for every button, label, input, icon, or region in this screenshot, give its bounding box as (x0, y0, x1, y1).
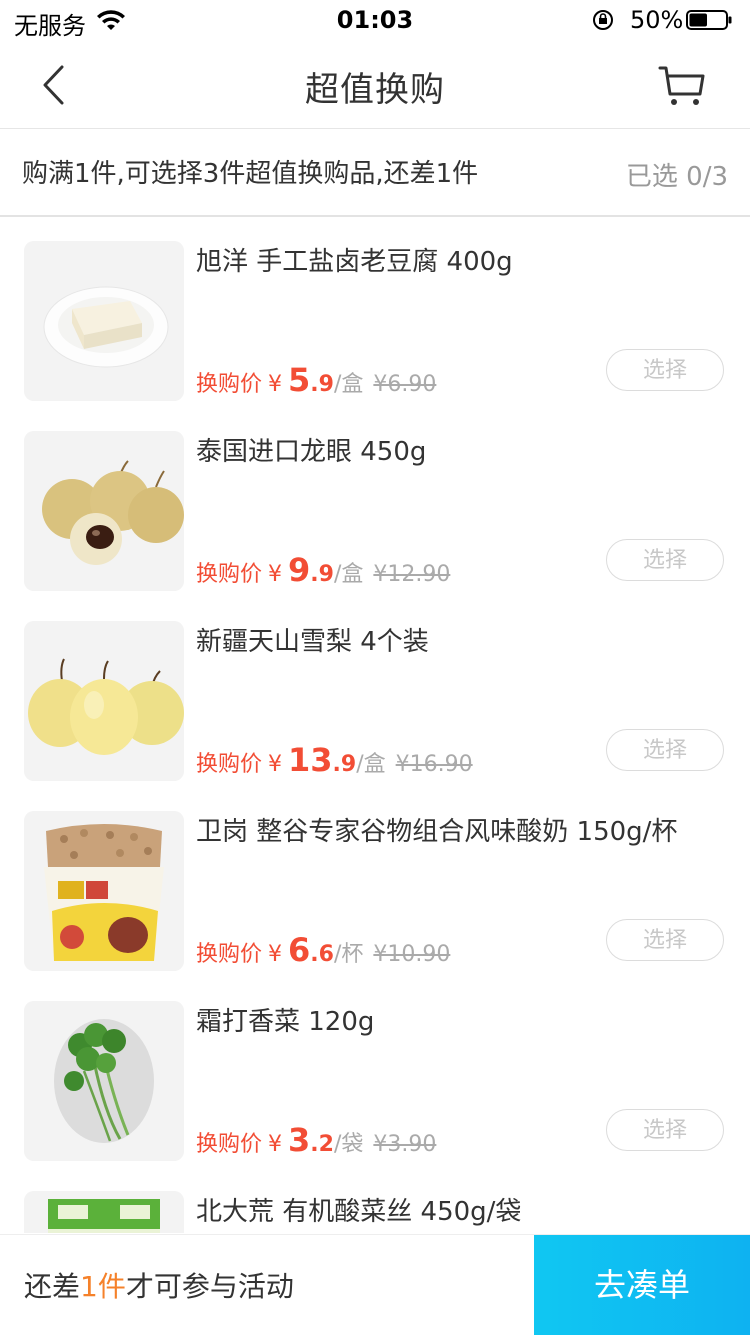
go-add-items-button[interactable]: 去凑单 (534, 1235, 750, 1335)
price-row: 换购价 ¥3.2/袋 ¥3.90 (196, 1121, 436, 1161)
product-title: 泰国进口龙眼 450g (196, 437, 427, 467)
price-label: 换购价 (196, 562, 263, 587)
price-row: 换购价 ¥13.9/盒 ¥16.90 (196, 741, 473, 781)
price-currency: ¥ (268, 1132, 283, 1157)
battery-icon (686, 10, 732, 30)
promo-info-bar: 购满1件,可选择3件超值换购品,还差1件 已选 0/3 (0, 129, 750, 217)
price-decimal: .6 (310, 942, 334, 967)
selected-count: 已选 0/3 (625, 162, 728, 192)
price-label: 换购价 (196, 752, 263, 777)
price-integer: 6 (288, 931, 311, 969)
list-item[interactable]: 新疆天山雪梨 4个装 换购价 ¥13.9/盒 ¥16.90 选择 (0, 597, 750, 787)
product-title: 卫岗 整谷专家谷物组合风味酸奶 150g/杯 (196, 817, 678, 847)
list-item[interactable]: 北大荒 有机酸菜丝 450g/袋 (0, 1167, 750, 1233)
select-button[interactable]: 选择 (606, 539, 724, 581)
battery-percent: 50% (630, 6, 684, 34)
cart-icon[interactable] (656, 64, 708, 108)
original-price: ¥10.90 (373, 942, 451, 967)
status-bar: 无服务 01:03 50% (0, 0, 750, 42)
price-currency: ¥ (268, 562, 283, 587)
product-image-yogurt (24, 811, 184, 971)
product-image-coriander (24, 1001, 184, 1161)
product-image-longan (24, 431, 184, 591)
product-title: 旭洋 手工盐卤老豆腐 400g (196, 247, 513, 277)
select-button[interactable]: 选择 (606, 1109, 724, 1151)
select-button[interactable]: 选择 (606, 919, 724, 961)
price-unit: /杯 (333, 942, 364, 967)
price-decimal: .9 (310, 562, 334, 587)
price-currency: ¥ (268, 942, 283, 967)
product-image-sauerkraut (24, 1191, 184, 1233)
activity-hint: 还差1件才可参与活动 (24, 1265, 294, 1305)
list-item[interactable]: 卫岗 整谷专家谷物组合风味酸奶 150g/杯 换购价 ¥6.6/杯 ¥10.90 选… (0, 787, 750, 977)
price-integer: 9 (288, 551, 311, 589)
price-integer: 5 (288, 361, 311, 399)
price-row: 换购价 ¥5.9/盒 ¥6.90 (196, 361, 436, 401)
original-price: ¥16.90 (395, 752, 473, 777)
price-unit: /袋 (333, 1132, 364, 1157)
product-image-pear (24, 621, 184, 781)
price-integer: 13 (288, 741, 333, 779)
bottom-bar: 还差1件才可参与活动 去凑单 (0, 1234, 750, 1335)
list-item[interactable]: 泰国进口龙眼 450g 换购价 ¥9.9/盒 ¥12.90 选择 (0, 407, 750, 597)
price-decimal: .9 (310, 372, 334, 397)
list-item[interactable]: 霜打香菜 120g 换购价 ¥3.2/袋 ¥3.90 选择 (0, 977, 750, 1167)
product-title: 新疆天山雪梨 4个装 (196, 627, 429, 657)
page-title: 超值换购 (305, 70, 445, 110)
price-label: 换购价 (196, 942, 263, 967)
price-unit: /盒 (333, 562, 364, 587)
promo-description: 购满1件,可选择3件超值换购品,还差1件 (22, 159, 479, 189)
original-price: ¥12.90 (373, 562, 451, 587)
price-integer: 3 (288, 1121, 311, 1159)
product-image-tofu (24, 241, 184, 401)
product-title: 北大荒 有机酸菜丝 450g/袋 (196, 1197, 522, 1227)
hint-prefix: 还差 (24, 1270, 81, 1303)
list-item[interactable]: 旭洋 手工盐卤老豆腐 400g 换购价 ¥5.9/盒 ¥6.90 选择 (0, 217, 750, 407)
price-currency: ¥ (268, 752, 283, 777)
price-unit: /盒 (333, 372, 364, 397)
product-title: 霜打香菜 120g (196, 1007, 375, 1037)
select-button[interactable]: 选择 (606, 729, 724, 771)
price-label: 换购价 (196, 372, 263, 397)
price-currency: ¥ (268, 372, 283, 397)
select-button[interactable]: 选择 (606, 349, 724, 391)
price-row: 换购价 ¥9.9/盒 ¥12.90 (196, 551, 450, 591)
price-decimal: .9 (332, 752, 357, 777)
hint-suffix: 才可参与活动 (125, 1270, 294, 1303)
product-list[interactable]: 旭洋 手工盐卤老豆腐 400g 换购价 ¥5.9/盒 ¥6.90 选择 泰国进口龙眼… (0, 217, 750, 1233)
nav-bar: 超值换购 (0, 42, 750, 129)
price-label: 换购价 (196, 1132, 263, 1157)
hint-count: 1件 (80, 1270, 126, 1303)
original-price: ¥3.90 (373, 1132, 437, 1157)
price-unit: /盒 (356, 752, 386, 777)
orientation-lock-icon (593, 10, 613, 30)
price-row: 换购价 ¥6.6/杯 ¥10.90 (196, 931, 450, 971)
original-price: ¥6.90 (373, 372, 437, 397)
price-decimal: .2 (310, 1132, 334, 1157)
